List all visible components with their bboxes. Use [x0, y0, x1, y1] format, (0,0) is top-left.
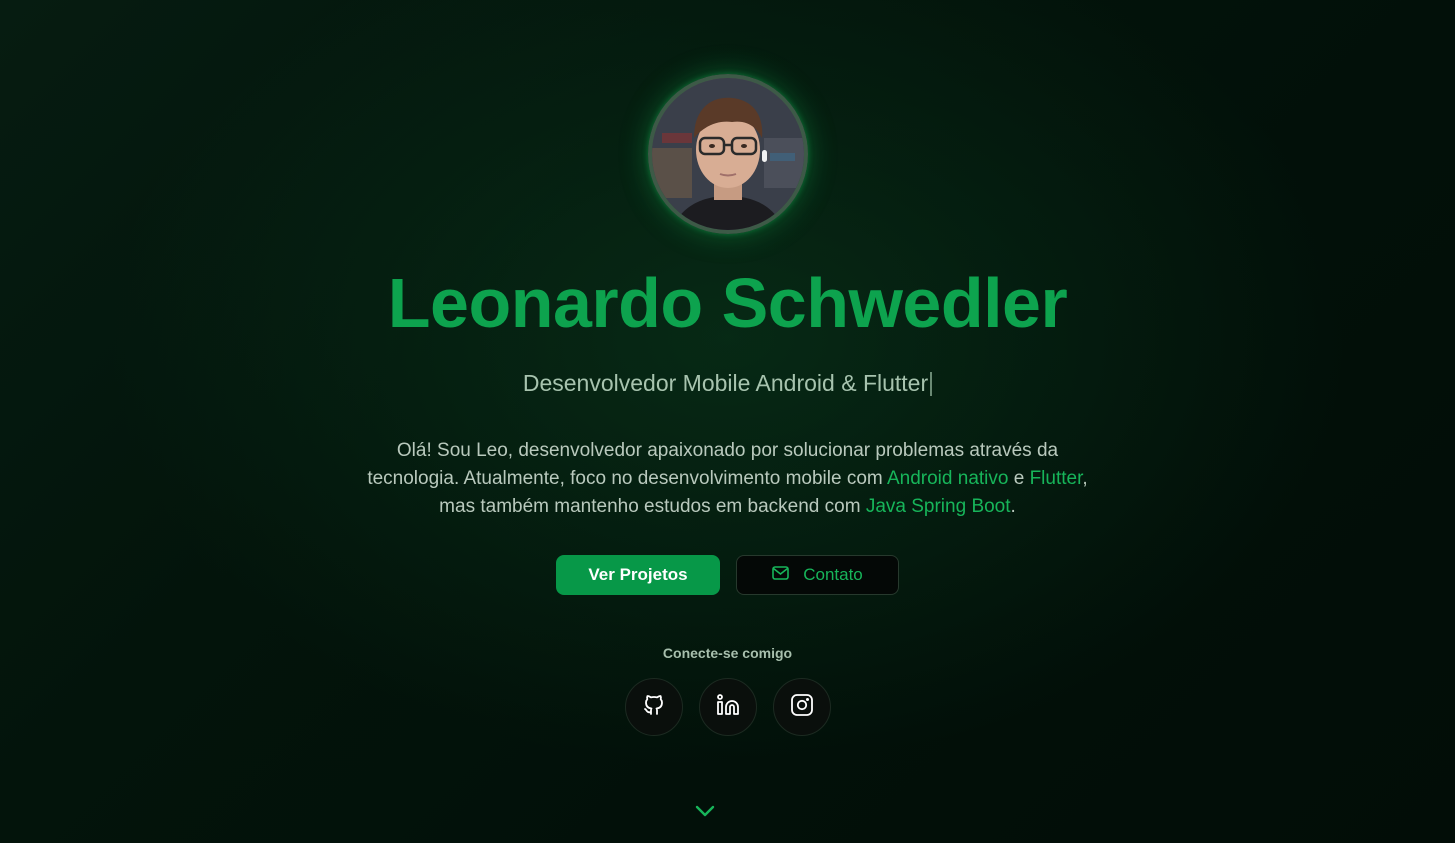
social-links [624, 678, 831, 736]
hero-actions: Ver Projetos Contato [556, 555, 899, 595]
bio-line-1: Olá! Sou Leo, desenvolvedor apaixonado p… [396, 440, 1059, 461]
bio-conj: e [1008, 468, 1030, 489]
scroll-down-button[interactable] [694, 802, 716, 825]
view-projects-button[interactable]: Ver Projetos [556, 555, 720, 595]
contact-button[interactable]: Contato [736, 555, 899, 595]
subtitle-typing: Desenvolvedor Mobile Android & Flutter [522, 370, 933, 397]
avatar-photo [651, 78, 804, 230]
bio-line-2: tecnologia. Atualmente, foco no desenvol… [367, 468, 887, 489]
contact-label: Contato [803, 565, 863, 584]
bio-highlight-flutter: Flutter [1029, 468, 1083, 489]
instagram-link[interactable] [772, 678, 831, 736]
bio-period: . [1010, 496, 1016, 517]
hero-section: Leonardo Schwedler Desenvolvedor Mobile … [0, 0, 1455, 843]
typing-caret [930, 371, 933, 396]
bio-highlight-android: Android nativo [886, 468, 1009, 489]
github-link[interactable] [624, 678, 683, 736]
github-icon [642, 693, 666, 722]
avatar [647, 74, 808, 234]
view-projects-label: Ver Projetos [588, 565, 688, 584]
bio-highlight-spring: Java Spring Boot [865, 496, 1011, 517]
mail-icon [772, 565, 790, 585]
bio-line-3: mas também mantenho estudos em backend c… [439, 496, 866, 517]
linkedin-link[interactable] [698, 678, 757, 736]
linkedin-icon [716, 693, 740, 722]
bio-text: Olá! Sou Leo, desenvolvedor apaixonado p… [343, 437, 1113, 521]
chevron-down-icon [694, 805, 716, 824]
instagram-icon [790, 693, 814, 722]
subtitle-text: Desenvolvedor Mobile Android & Flutter [522, 370, 929, 396]
page-title: Leonardo Schwedler [387, 264, 1068, 342]
connect-label: Conecte-se comigo [662, 645, 793, 661]
bio-comma: , [1082, 468, 1088, 489]
